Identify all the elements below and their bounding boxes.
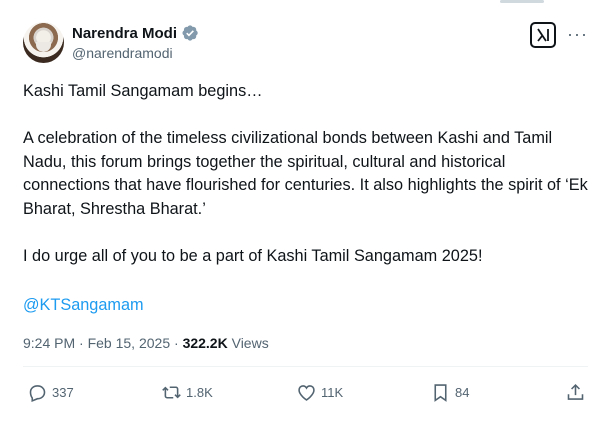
post-date[interactable]: Feb 15, 2025	[88, 335, 171, 351]
repost-count: 1.8K	[186, 385, 213, 400]
reply-button[interactable]: 337	[27, 382, 74, 403]
post-text: Kashi Tamil Sangamam begins… A celebrati…	[23, 80, 591, 292]
views-label: Views	[227, 335, 269, 351]
meta-separator: ·	[170, 335, 183, 351]
like-icon	[298, 385, 315, 401]
bookmark-button[interactable]: 84	[430, 382, 469, 403]
verified-badge-icon	[182, 25, 198, 41]
author-handle[interactable]: @narendramodi	[72, 45, 173, 61]
like-button[interactable]: 11K	[296, 382, 343, 403]
meta-separator: ·	[75, 335, 88, 351]
grok-icon[interactable]	[530, 22, 556, 48]
mention-link[interactable]: @KTSangamam	[23, 296, 144, 315]
share-icon	[567, 383, 584, 400]
top-edge-indicator	[500, 0, 544, 3]
reply-count: 337	[52, 385, 74, 400]
share-button[interactable]	[565, 382, 586, 403]
views-count: 322.2K	[182, 335, 228, 351]
bookmark-count: 84	[455, 385, 470, 400]
post-paragraph: Kashi Tamil Sangamam begins…	[23, 82, 263, 100]
bookmark-icon	[434, 384, 447, 402]
divider	[23, 366, 588, 367]
repost-icon	[162, 386, 181, 399]
reply-icon	[29, 385, 46, 402]
author-name-row: Narendra Modi	[72, 24, 199, 42]
action-bar: 337 1.8K 11K 84	[23, 382, 588, 408]
post-header: Narendra Modi @narendramodi ···	[23, 22, 588, 66]
more-icon[interactable]: ···	[567, 25, 588, 43]
avatar[interactable]	[23, 22, 64, 63]
post-time[interactable]: 9:24 PM	[23, 335, 75, 351]
repost-button[interactable]: 1.8K	[161, 382, 213, 403]
like-count: 11K	[321, 385, 344, 400]
post-paragraph: A celebration of the timeless civilizati…	[23, 129, 588, 218]
post-meta: 9:24 PM · Feb 15, 2025 · 322.2K Views	[23, 335, 269, 351]
post-paragraph: I do urge all of you to be a part of Kas…	[23, 246, 483, 265]
author-name[interactable]: Narendra Modi	[72, 25, 177, 42]
